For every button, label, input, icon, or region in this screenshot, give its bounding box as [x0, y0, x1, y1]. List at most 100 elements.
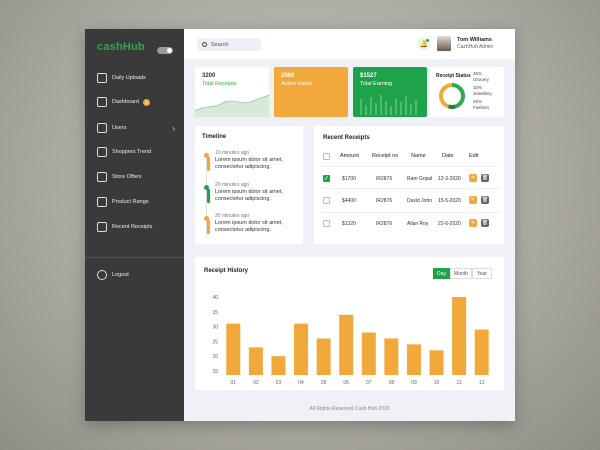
timeline-item: 10 minutes ago Lorem ipsum dolor sit ame… [215, 150, 283, 170]
column-header-date: Date [442, 153, 454, 159]
timeline-bar [207, 220, 210, 234]
cell-receipt-no: IR2876 [376, 176, 393, 182]
notification-bell-icon[interactable]: 🔔 [418, 38, 430, 50]
x-tick-label: 06 [343, 380, 349, 386]
delete-icon[interactable]: 🗑 [481, 196, 489, 204]
cell-amount: $4400 [342, 198, 356, 204]
column-header-receipt-no: Receipt no [372, 153, 399, 159]
receipt-icon [97, 222, 107, 232]
stat-value: 2500 [281, 73, 295, 79]
stat-value: $1527 [360, 73, 377, 79]
calendar-icon [97, 197, 107, 207]
stat-label: Total Earning [360, 81, 393, 87]
x-tick-label: 01 [231, 380, 237, 386]
app-window: cashHub Daily Uploads Dashboard 2 Users … [85, 29, 515, 421]
x-tick-label: 09 [411, 380, 417, 386]
timeline-title: Timeline [202, 134, 227, 140]
avatar[interactable] [437, 36, 451, 51]
timeline-item: 20 minutes ago Lorem ipsum dolor sit ame… [215, 182, 283, 202]
footer-text: All Rights Reserved Cash Hub 2020 [309, 406, 390, 412]
sidebar-item-label: Product Range [112, 199, 149, 205]
tab-year[interactable]: Year [472, 268, 492, 279]
sidebar-item-label: Dashboard [112, 99, 139, 105]
column-header-name: Name [411, 153, 426, 159]
cell-receipt-no: IR2876 [376, 198, 393, 204]
bar-09 [406, 344, 421, 375]
cell-date: 12-3-2020 [438, 176, 461, 182]
bar-12 [474, 329, 489, 375]
edit-icon[interactable]: ✎ [469, 219, 477, 227]
cell-amount: $1700 [342, 176, 356, 182]
cell-name: Ram Gopal [407, 176, 433, 182]
bar-chart-icon [97, 73, 107, 83]
select-all-checkbox[interactable] [323, 153, 330, 160]
tab-month[interactable]: Month [450, 268, 472, 279]
x-tick-label: 04 [298, 380, 304, 386]
row-checkbox[interactable] [323, 220, 330, 227]
cell-receipt-no: IR2876 [376, 221, 393, 227]
sidebar-item-label: Shoppers Trend [112, 149, 152, 155]
cell-date: 15-5-2020 [438, 198, 461, 204]
receipt-history-title: Receipt History [204, 268, 249, 274]
logout-button[interactable]: Logout [97, 269, 177, 281]
bar-04 [294, 323, 309, 375]
legend-jewellery: 10% Jewellery [473, 85, 492, 96]
sidebar-item-store-offers[interactable]: Store Offers [97, 171, 177, 183]
stat-value: 3200 [202, 73, 216, 79]
chevron-right-icon: › [172, 123, 175, 133]
bar-02 [248, 347, 263, 375]
search-placeholder: Search [211, 41, 229, 48]
bar-05 [316, 338, 331, 375]
sidebar-item-label: Users [112, 125, 127, 131]
sidebar-item-daily-uploads[interactable]: Daily Uploads [97, 72, 177, 84]
recent-receipts-title: Recent Receipts [323, 135, 370, 141]
stat-card-active-users[interactable]: 2500 Active Users [274, 67, 348, 117]
legend-grocery: 45% Grocery [473, 71, 490, 82]
column-header-amount: Amount [340, 153, 359, 159]
badge-icon [97, 147, 107, 157]
sidebar-item-product-range[interactable]: Product Range [97, 196, 177, 208]
logout-label: Logout [112, 272, 129, 278]
delete-icon[interactable]: 🗑 [481, 219, 489, 227]
x-tick-label: 11 [457, 380, 462, 386]
user-icon [97, 123, 107, 133]
x-tick-label: 07 [366, 380, 372, 386]
cell-amount: $1320 [342, 221, 356, 227]
stat-card-total-receipts[interactable]: 3200 Total Receipts [195, 67, 269, 117]
tab-day[interactable]: Day [433, 268, 450, 279]
x-tick-label: 03 [276, 380, 282, 386]
x-tick-label: 05 [321, 380, 327, 386]
sidebar-divider [85, 257, 184, 258]
receipt-history-chart: 15 20 25 30 35 40 01 02 03 04 05 06 07 08 09 10 11 12 [212, 295, 489, 386]
row-checkbox[interactable] [323, 175, 330, 182]
legend-fashion: 45% Fashion [473, 99, 490, 110]
bar-03 [271, 356, 286, 375]
earning-sparkbars [360, 95, 417, 115]
theme-toggle[interactable] [157, 47, 173, 54]
topbar: Search 🔔 Tom Williams CashHub Admin [184, 29, 515, 59]
delete-icon[interactable]: 🗑 [481, 174, 489, 182]
y-tick-label: 35 [212, 310, 218, 316]
stat-label: Total Receipts [202, 81, 237, 87]
y-tick-label: 30 [212, 325, 218, 331]
stat-card-total-earning[interactable]: $1527 Total Earning [353, 67, 427, 117]
x-tick-label: 08 [389, 380, 395, 386]
sidebar-item-dashboard[interactable]: Dashboard 2 [97, 96, 177, 108]
sidebar-item-users[interactable]: Users › [97, 122, 177, 134]
receipt-status-title: Receipt Status [436, 73, 471, 79]
bar-06 [339, 314, 354, 375]
edit-icon[interactable]: ✎ [469, 174, 477, 182]
row-divider [321, 188, 500, 189]
bar-11 [452, 297, 467, 375]
sidebar-item-shoppers-trend[interactable]: Shoppers Trend [97, 146, 177, 158]
sidebar-item-label: Daily Uploads [112, 75, 146, 81]
x-tick-label: 12 [479, 380, 485, 386]
column-header-edit: Edit [469, 153, 479, 159]
sidebar-item-label: Recent Receipts [112, 224, 153, 230]
row-divider [321, 166, 500, 167]
bar-08 [384, 338, 399, 375]
row-checkbox[interactable] [323, 197, 330, 204]
sidebar-item-recent-receipts[interactable]: Recent Receipts [97, 221, 177, 233]
search-input[interactable]: Search [197, 38, 261, 51]
edit-icon[interactable]: ✎ [469, 196, 477, 204]
